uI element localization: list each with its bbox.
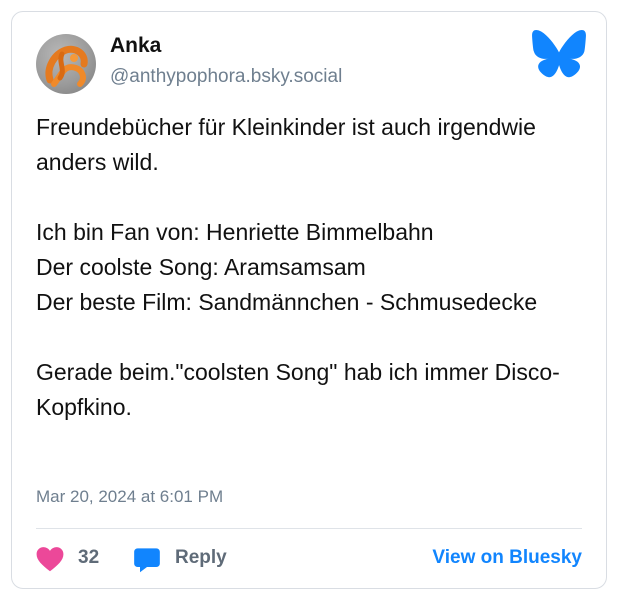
bluesky-butterfly-icon[interactable] [532, 30, 586, 78]
author-name[interactable]: Anka [110, 34, 161, 58]
post-card: Anka @anthypophora.bsky.social Freundebü… [11, 11, 607, 589]
heart-icon[interactable] [36, 546, 64, 572]
avatar-image [45, 45, 88, 87]
divider [36, 528, 582, 529]
like-count: 32 [78, 547, 100, 568]
author-handle[interactable]: @anthypophora.bsky.social [110, 66, 342, 88]
view-on-bluesky-link[interactable]: View on Bluesky [432, 547, 582, 569]
post-timestamp[interactable]: Mar 20, 2024 at 6:01 PM [36, 487, 223, 507]
reply-button[interactable]: Reply [175, 547, 227, 569]
avatar[interactable] [36, 34, 96, 94]
post-actions: 32 Reply View on Bluesky [36, 542, 582, 576]
post-text: Freundebücher für Kleinkinder ist auch i… [36, 114, 560, 420]
speech-bubble-icon[interactable] [133, 546, 161, 574]
